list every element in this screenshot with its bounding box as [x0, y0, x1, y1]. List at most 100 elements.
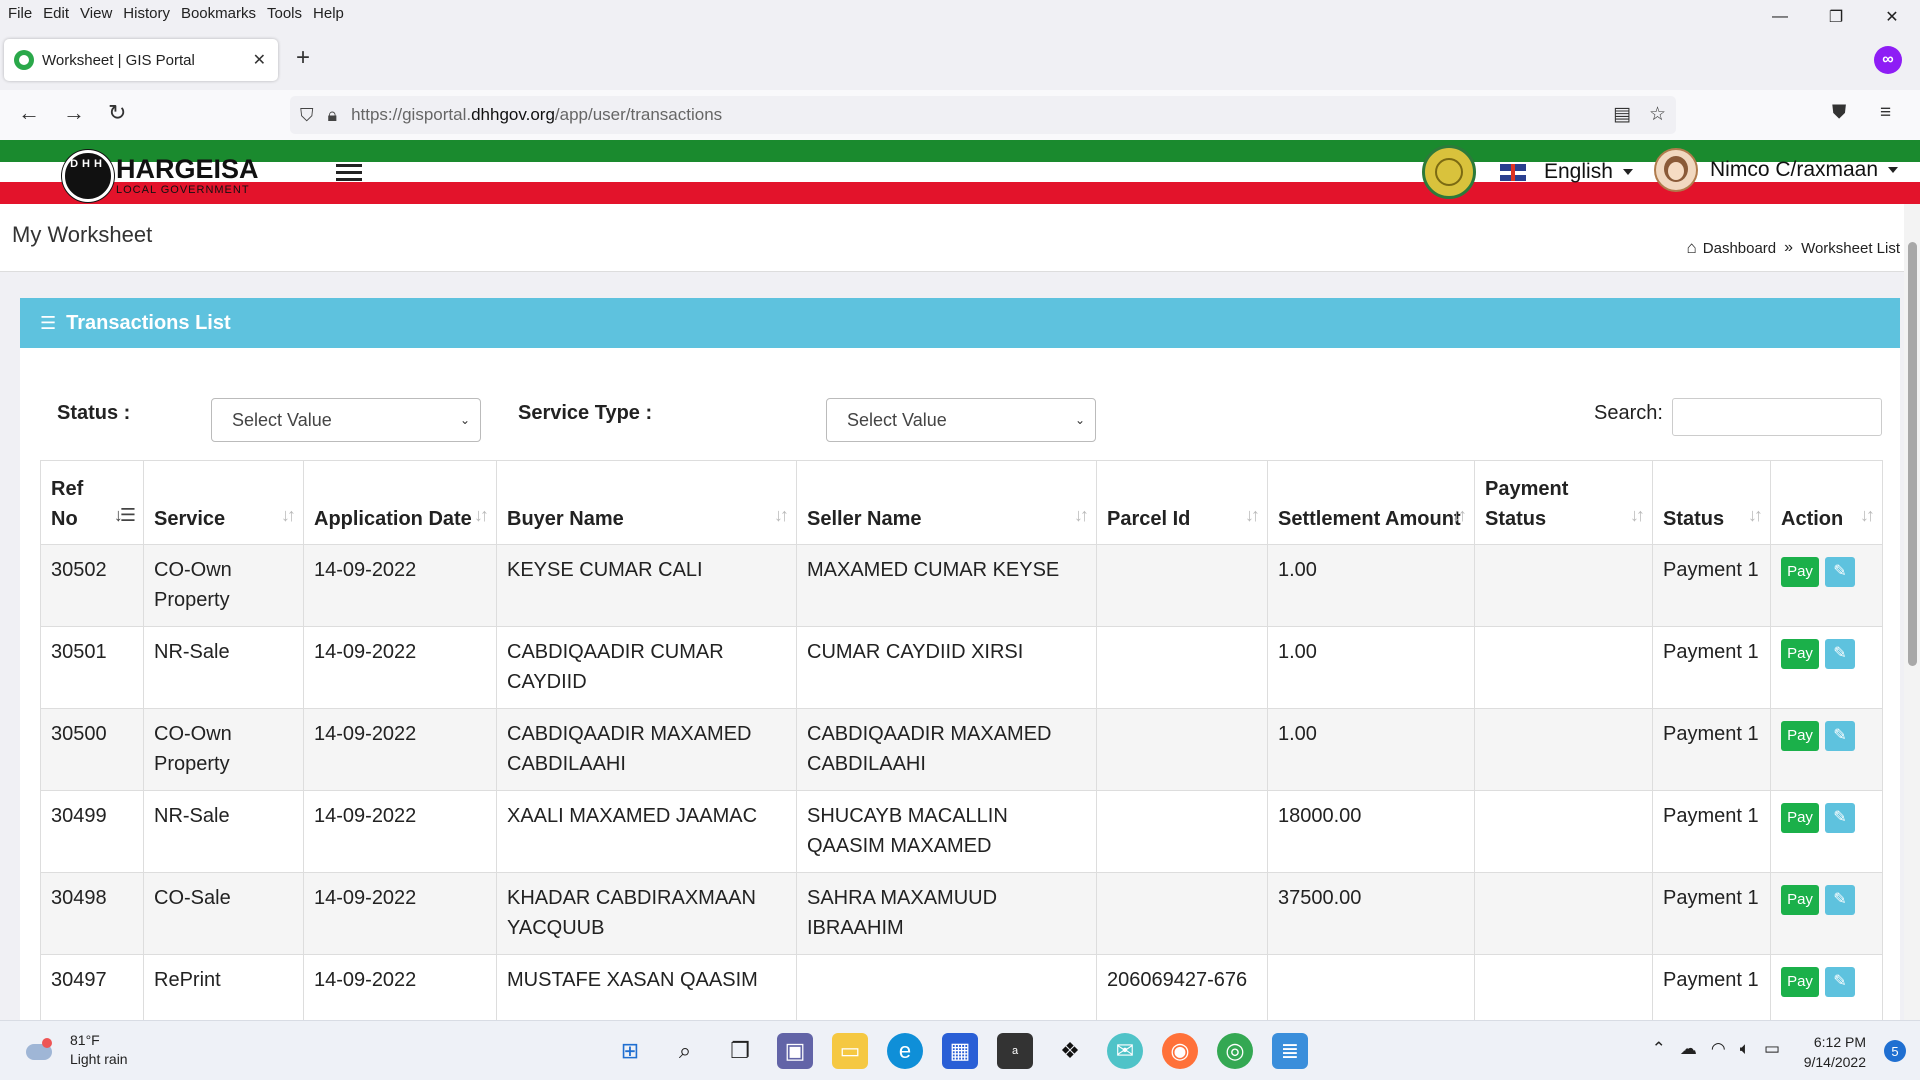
amazon-app-icon[interactable]: a [997, 1033, 1033, 1069]
cell-date: 14-09-2022 [303, 544, 497, 627]
pay-button[interactable]: Pay [1781, 557, 1819, 587]
service-type-select[interactable]: Select Value ⌄ [826, 398, 1096, 442]
window-controls: — ❐ ✕ [1752, 0, 1920, 34]
cell-amount: 18000.00 [1267, 790, 1475, 873]
user-menu[interactable]: Nimco C/raxmaan [1654, 148, 1899, 192]
reader-view-icon[interactable]: ▤ [1613, 103, 1631, 126]
weather-widget[interactable]: 81°F Light rain [22, 1031, 128, 1069]
search-input[interactable] [1672, 398, 1882, 436]
column-header-buyer-name[interactable]: Buyer Name ↓↑ [496, 460, 797, 545]
breadcrumb-dashboard[interactable]: Dashboard [1703, 240, 1776, 257]
cell-ref: 30498 [40, 872, 144, 955]
onedrive-cloud-icon[interactable]: ☁ [1680, 1039, 1697, 1059]
column-header-ref-no[interactable]: Ref No ↓☰ [40, 460, 144, 545]
new-tab-icon[interactable]: + [296, 44, 310, 72]
search-label: Search: [1594, 402, 1663, 424]
pay-button[interactable]: Pay [1781, 639, 1819, 669]
edge-browser-icon[interactable]: e [887, 1033, 923, 1069]
menu-view[interactable]: View [80, 5, 112, 22]
edit-icon[interactable]: ✎ [1825, 721, 1855, 751]
private-browsing-icon[interactable]: ∞ [1874, 46, 1902, 74]
url-bar[interactable]: ⛉ 🔒︎ https://gisportal. dhhgov.org/app/us… [290, 96, 1676, 134]
pay-button[interactable]: Pay [1781, 885, 1819, 915]
sort-icon: ↓↑ [774, 505, 789, 525]
column-header-seller-name[interactable]: Seller Name ↓↑ [796, 460, 1097, 545]
notepad-icon[interactable]: ≣ [1272, 1033, 1308, 1069]
back-icon[interactable]: ← [18, 100, 40, 126]
search-icon[interactable]: ⌕ [667, 1033, 703, 1069]
column-header-settlement-amount[interactable]: Settlement Amount ↓↑ [1267, 460, 1475, 545]
column-header-action[interactable]: Action ↓↑ [1770, 460, 1883, 545]
menu-bookmarks[interactable]: Bookmarks [181, 5, 256, 22]
language-dropdown[interactable]: English [1500, 160, 1633, 184]
filter-bar: Status : Select Value ⌄ Service Type : S… [20, 398, 1900, 448]
forward-icon[interactable]: → [63, 100, 85, 126]
edit-icon[interactable]: ✎ [1825, 557, 1855, 587]
chevron-down-icon: ⌄ [459, 413, 470, 427]
pay-button[interactable]: Pay [1781, 967, 1819, 997]
status-select-value: Select Value [232, 409, 332, 430]
service-type-filter-label: Service Type : [518, 402, 653, 424]
cell-buyer: KEYSE CUMAR CALI [496, 544, 797, 627]
edit-icon[interactable]: ✎ [1825, 967, 1855, 997]
menu-tools[interactable]: Tools [267, 5, 302, 22]
edit-icon[interactable]: ✎ [1825, 885, 1855, 915]
task-view-icon[interactable]: ❐ [722, 1033, 758, 1069]
shield-icon[interactable]: ⛉ [300, 105, 314, 126]
cell-ref: 30501 [40, 626, 144, 709]
windows-start-icon[interactable]: ⊞ [612, 1033, 648, 1069]
sidebar-toggle-icon[interactable] [336, 164, 362, 185]
pay-button[interactable]: Pay [1781, 803, 1819, 833]
column-header-service[interactable]: Service ↓↑ [143, 460, 304, 545]
column-header-application-date[interactable]: Application Date ↓↑ [303, 460, 497, 545]
tab-worksheet[interactable]: Worksheet | GIS Portal ✕ [4, 39, 278, 81]
microsoft-store-icon[interactable]: ▦ [942, 1033, 978, 1069]
notification-badge[interactable]: 5 [1884, 1040, 1906, 1062]
status-select[interactable]: Select Value ⌄ [211, 398, 481, 442]
menu-file[interactable]: File [8, 5, 32, 22]
header-label: Application Date [314, 508, 472, 530]
scrollbar-thumb[interactable] [1908, 242, 1917, 666]
bookmark-star-icon[interactable]: ☆ [1649, 103, 1666, 126]
cell-seller: CUMAR CAYDIID XIRSI [796, 626, 1097, 709]
file-explorer-icon[interactable]: ▭ [832, 1033, 868, 1069]
restore-icon[interactable]: ❐ [1808, 0, 1864, 34]
lock-icon[interactable]: 🔒︎ [328, 105, 338, 126]
close-window-icon[interactable]: ✕ [1864, 0, 1920, 34]
close-tab-icon[interactable]: ✕ [253, 50, 266, 70]
chrome-icon[interactable]: ◎ [1217, 1033, 1253, 1069]
firefox-icon[interactable]: ◉ [1162, 1033, 1198, 1069]
cell-date: 14-09-2022 [303, 790, 497, 873]
cell-amount: 37500.00 [1267, 872, 1475, 955]
edit-icon[interactable]: ✎ [1825, 639, 1855, 669]
menu-edit[interactable]: Edit [43, 5, 69, 22]
header-label: Parcel Id [1107, 508, 1191, 530]
table-row: 30502 CO-Own Property 14-09-2022 KEYSE C… [40, 544, 1883, 627]
edit-icon[interactable]: ✎ [1825, 803, 1855, 833]
cell-action: Pay ✎ [1770, 544, 1883, 627]
cell-amount: 1.00 [1267, 544, 1475, 627]
cell-status: Payment 1 [1652, 790, 1771, 873]
chevron-up-icon[interactable]: ⌃ [1652, 1039, 1666, 1059]
site-logo[interactable]: DHH HARGEISA LOCAL GOVERNMENT [58, 146, 358, 202]
dropbox-icon[interactable]: ❖ [1052, 1033, 1088, 1069]
cell-status: Payment 1 [1652, 544, 1771, 627]
volume-icon[interactable]: 🔈︎ [1740, 1039, 1750, 1059]
teams-chat-icon[interactable]: ▣ [777, 1033, 813, 1069]
minimize-icon[interactable]: — [1752, 0, 1808, 34]
wifi-icon[interactable]: ◠ [1711, 1039, 1726, 1059]
mail-app-icon[interactable]: ✉ [1107, 1033, 1143, 1069]
system-clock[interactable]: 6:12 PM 9/14/2022 [1804, 1032, 1866, 1072]
menu-help[interactable]: Help [313, 5, 344, 22]
pocket-icon[interactable]: ⛊ [1832, 102, 1846, 124]
cell-parcel [1096, 790, 1268, 873]
pay-button[interactable]: Pay [1781, 721, 1819, 751]
column-header-payment-status[interactable]: Payment Status ↓↑ [1474, 460, 1653, 545]
battery-icon[interactable]: ▭ [1764, 1039, 1780, 1059]
app-menu-icon[interactable]: ≡ [1880, 102, 1891, 124]
menu-history[interactable]: History [123, 5, 170, 22]
reload-icon[interactable]: ↻ [108, 100, 126, 126]
column-header-parcel-id[interactable]: Parcel Id ↓↑ [1096, 460, 1268, 545]
column-header-status[interactable]: Status ↓↑ [1652, 460, 1771, 545]
tab-bar: Worksheet | GIS Portal ✕ + ∞ [0, 36, 1920, 86]
